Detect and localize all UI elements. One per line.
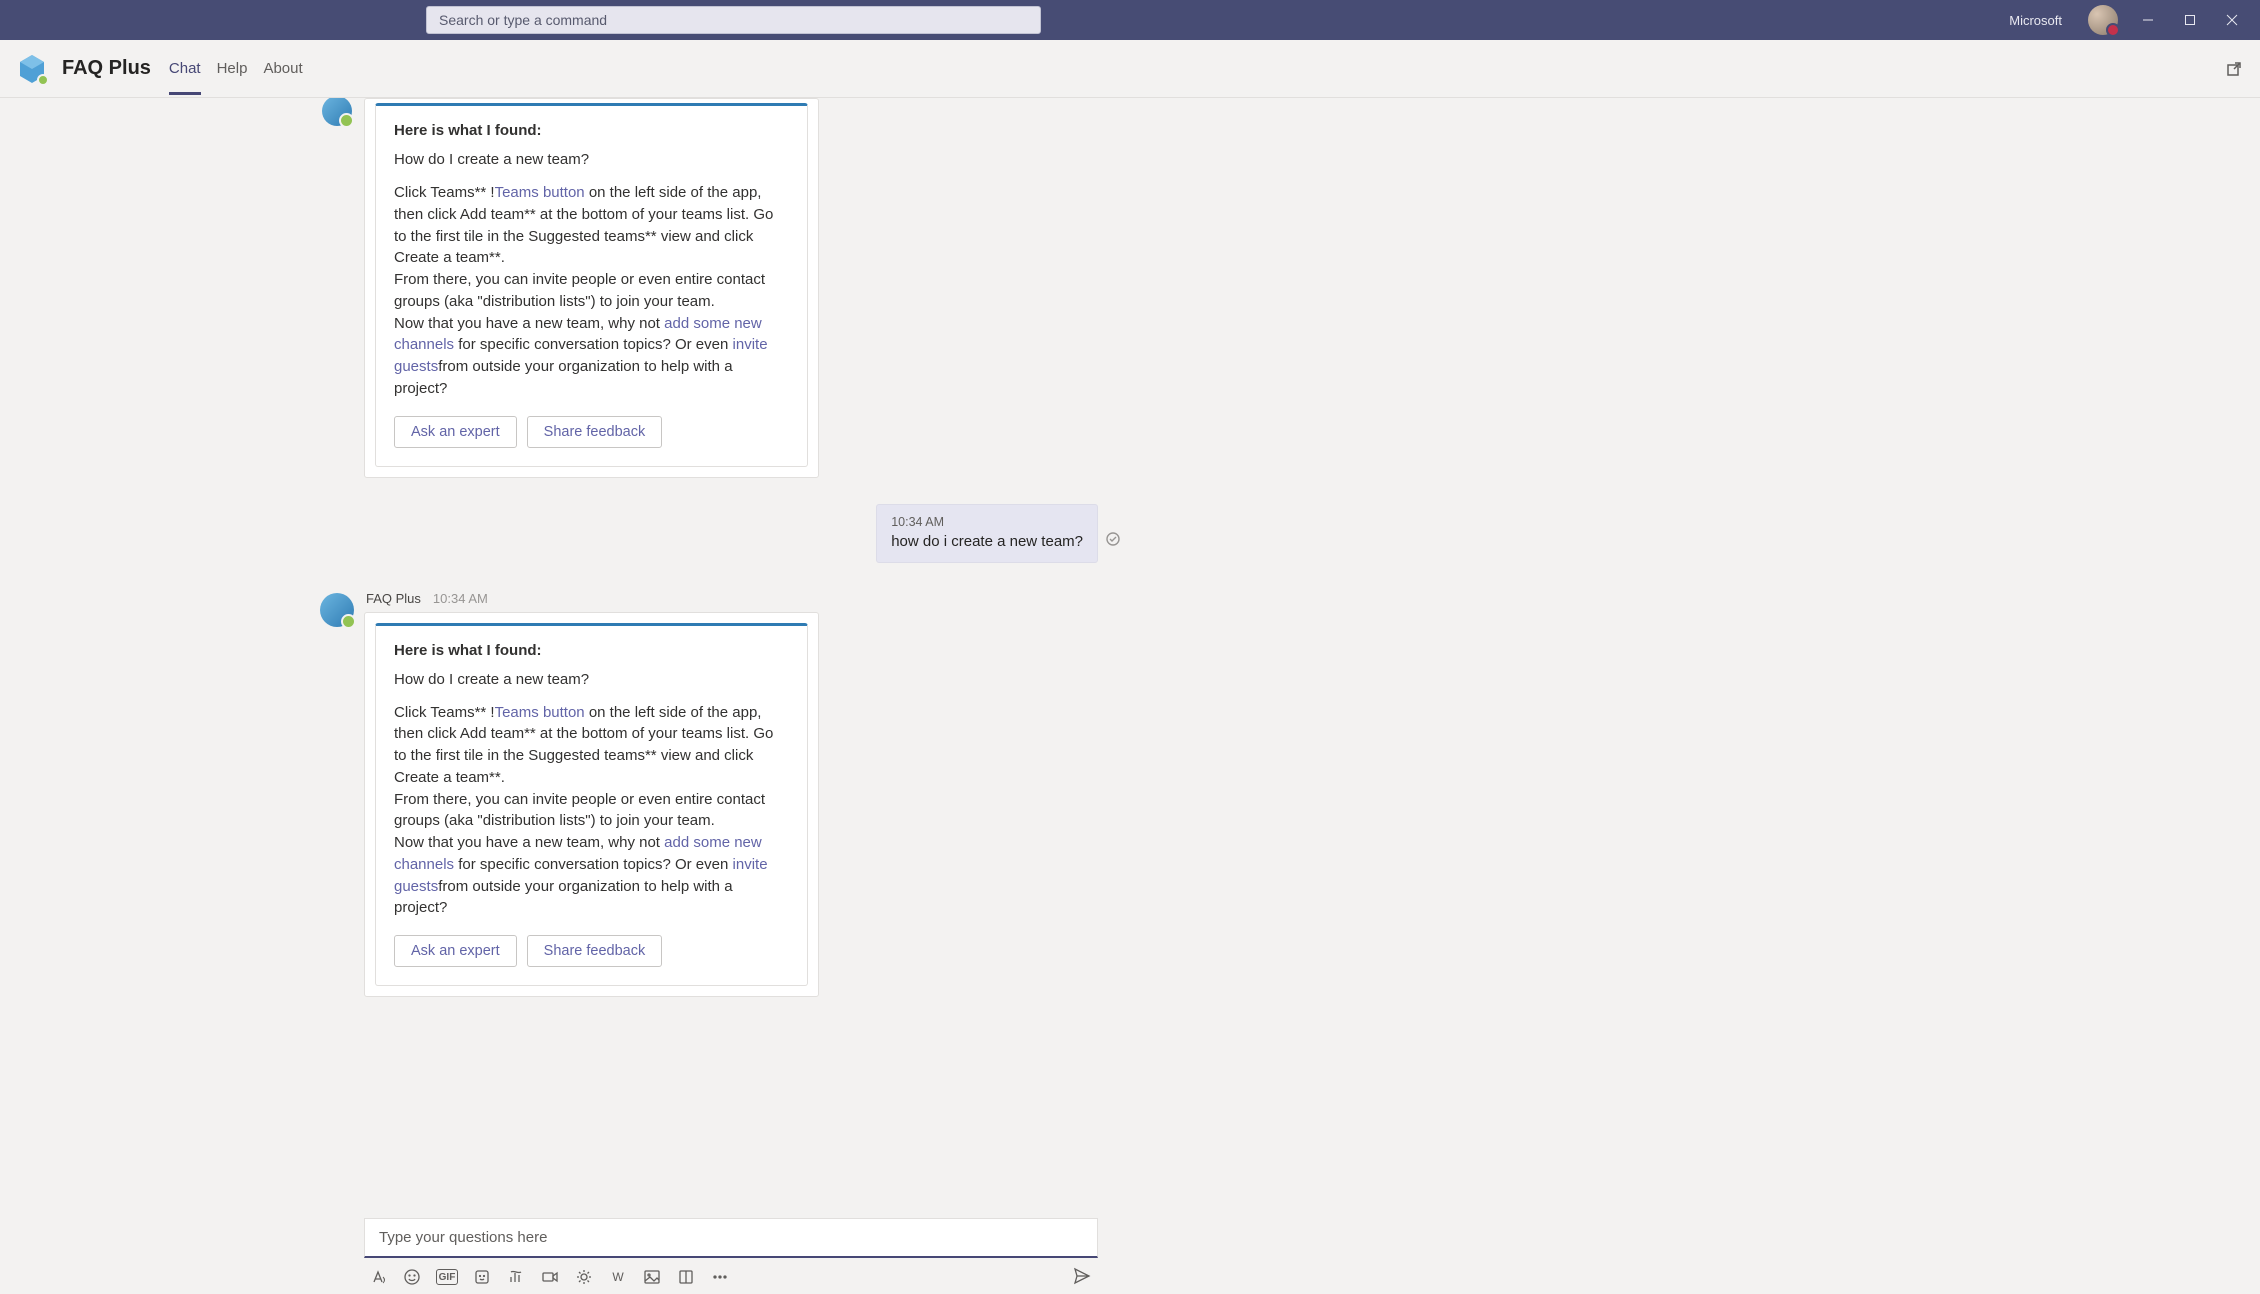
user-bubble[interactable]: 10:34 AM how do i create a new team?: [876, 504, 1098, 563]
search-input[interactable]: Search or type a command: [426, 6, 1041, 34]
bot-card: Here is what I found: How do I create a …: [364, 612, 819, 998]
chat-message-list[interactable]: Here is what I found: How do I create a …: [0, 98, 2260, 1192]
avatar[interactable]: [2088, 5, 2118, 35]
bot-avatar-icon: [320, 593, 354, 627]
compose-placeholder: Type your questions here: [379, 1229, 547, 1246]
wikipedia-icon[interactable]: W: [608, 1267, 628, 1287]
send-button[interactable]: [1072, 1266, 1094, 1288]
user-text: how do i create a new team?: [891, 533, 1083, 550]
message-bot: FAQ Plus 10:34 AM Here is what I found: …: [320, 591, 1420, 998]
share-feedback-button[interactable]: Share feedback: [527, 935, 663, 967]
compose-input[interactable]: Type your questions here: [364, 1218, 1098, 1258]
weather-icon[interactable]: [574, 1267, 594, 1287]
sticker-icon[interactable]: [472, 1267, 492, 1287]
emoji-icon[interactable]: [402, 1267, 422, 1287]
app-title: FAQ Plus: [62, 57, 151, 80]
teams-button-link[interactable]: Teams button: [495, 704, 585, 721]
close-button[interactable]: [2212, 0, 2252, 40]
tab-about[interactable]: About: [263, 42, 302, 95]
message-timestamp: 10:34 AM: [433, 591, 488, 606]
card-question: How do I create a new team?: [394, 151, 789, 168]
share-feedback-button[interactable]: Share feedback: [527, 416, 663, 448]
minimize-button[interactable]: [2128, 0, 2168, 40]
compose-toolbar: GIF W: [364, 1258, 1098, 1288]
maximize-button[interactable]: [2170, 0, 2210, 40]
bot-card: Here is what I found: How do I create a …: [364, 98, 819, 478]
title-bar: Search or type a command Microsoft: [0, 0, 2260, 40]
image-icon[interactable]: [642, 1267, 662, 1287]
user-timestamp: 10:34 AM: [891, 515, 1083, 529]
app-header: FAQ Plus Chat Help About: [0, 40, 2260, 98]
sent-status-icon: [1106, 532, 1120, 546]
popout-button[interactable]: [2224, 59, 2244, 79]
tab-chat[interactable]: Chat: [169, 42, 201, 95]
org-switcher[interactable]: Microsoft: [1999, 13, 2078, 28]
stream-icon[interactable]: [540, 1267, 560, 1287]
ask-expert-button[interactable]: Ask an expert: [394, 935, 517, 967]
gif-icon[interactable]: GIF: [436, 1269, 458, 1285]
card-title: Here is what I found:: [394, 642, 789, 659]
bot-avatar-icon: [322, 98, 352, 126]
card-title: Here is what I found:: [394, 122, 789, 139]
ask-expert-button[interactable]: Ask an expert: [394, 416, 517, 448]
message-bot: Here is what I found: How do I create a …: [320, 98, 1420, 478]
news-icon[interactable]: [676, 1267, 696, 1287]
card-question: How do I create a new team?: [394, 671, 789, 688]
message-user: 10:34 AM how do i create a new team?: [320, 504, 1120, 563]
teams-button-link[interactable]: Teams button: [495, 184, 585, 201]
poll-icon[interactable]: [506, 1267, 526, 1287]
app-logo-icon: [16, 53, 48, 85]
more-icon[interactable]: [710, 1267, 730, 1287]
card-body: Click Teams** !Teams button on the left …: [394, 182, 789, 400]
sender-name: FAQ Plus: [366, 591, 421, 606]
compose-area: Type your questions here GIF W: [0, 1218, 2260, 1294]
format-icon[interactable]: [368, 1267, 388, 1287]
header-tabs: Chat Help About: [169, 42, 303, 95]
tab-help[interactable]: Help: [217, 42, 248, 95]
org-label: Microsoft: [2009, 13, 2062, 28]
card-body: Click Teams** !Teams button on the left …: [394, 702, 789, 920]
search-placeholder: Search or type a command: [439, 12, 607, 28]
